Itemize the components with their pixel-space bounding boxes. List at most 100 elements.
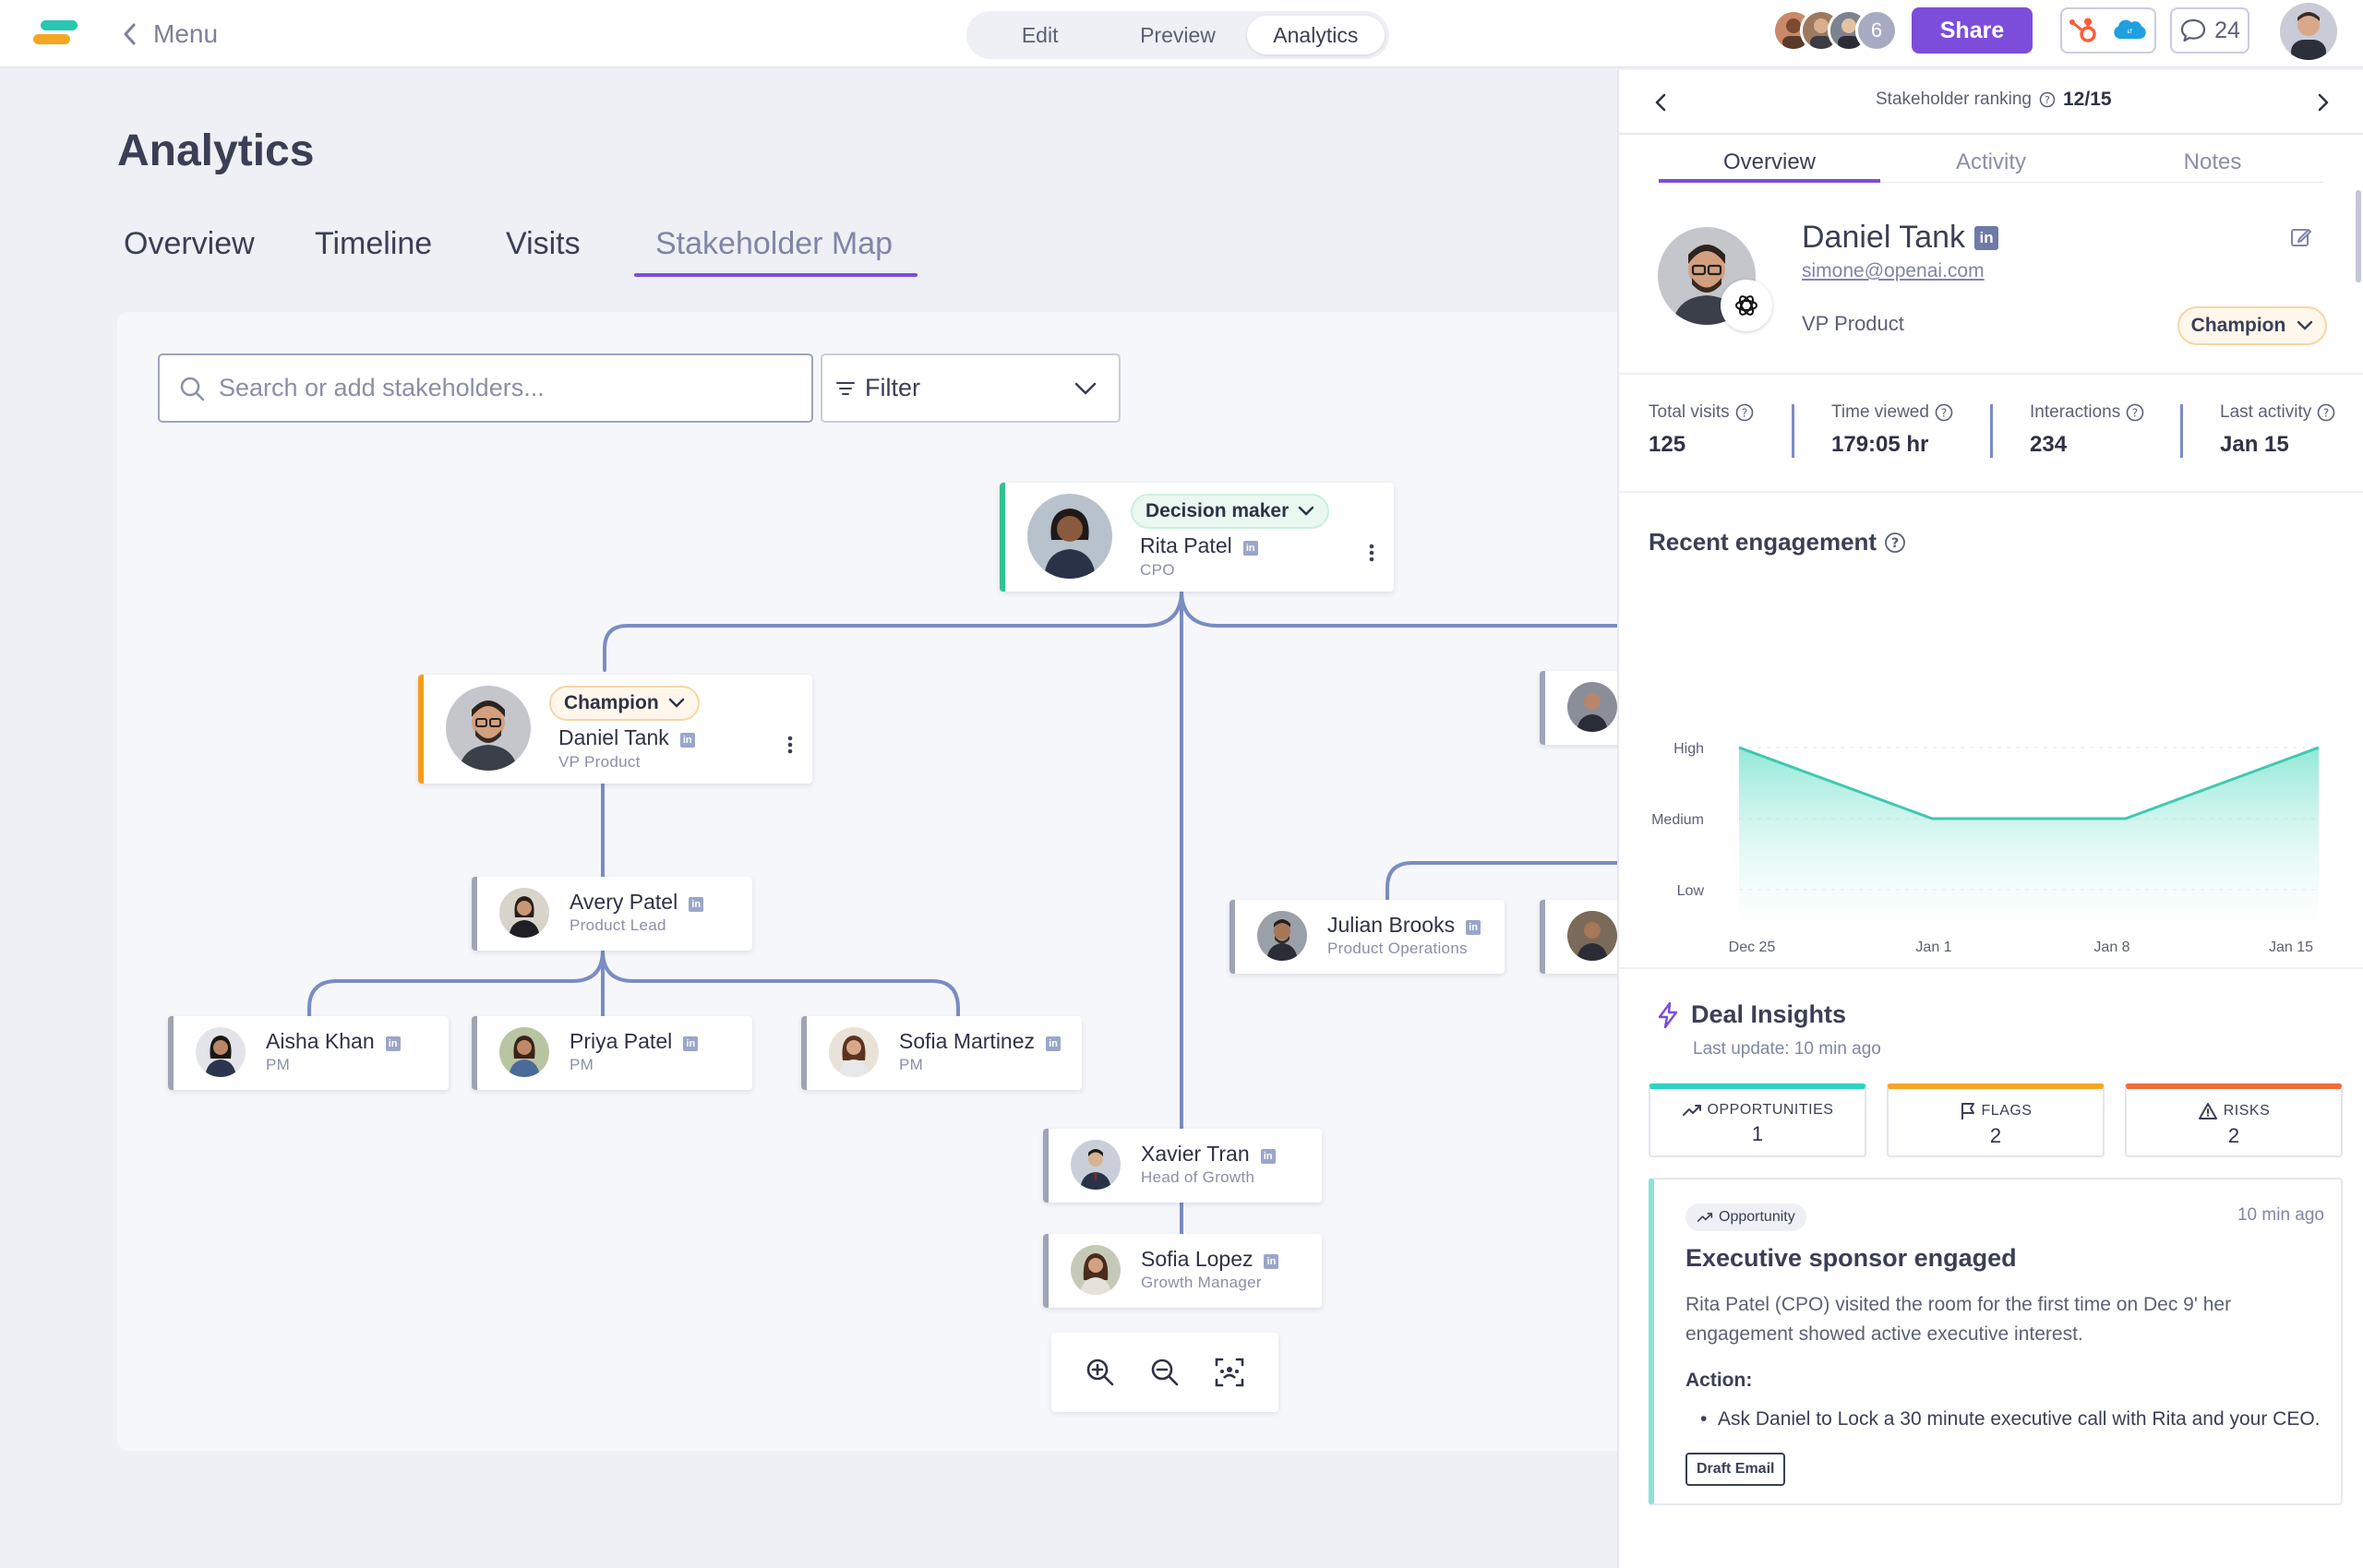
- name-text: Sofia Lopez: [1141, 1247, 1253, 1271]
- hubspot-icon: [2069, 18, 2096, 42]
- more-options-icon[interactable]: [1362, 542, 1381, 564]
- badge-label: Decision maker: [1146, 500, 1289, 521]
- draft-email-button[interactable]: Draft Email: [1685, 1453, 1786, 1486]
- help-icon[interactable]: ?: [2039, 91, 2056, 108]
- avatar: [1027, 494, 1112, 579]
- collaborator-count-badge: 6: [1855, 9, 1898, 52]
- stat-last-activity: Last activity? Jan 15: [2220, 402, 2335, 458]
- stakeholder-card-xavier[interactable]: Xavier Tran in Head of Growth: [1043, 1129, 1322, 1203]
- name-text: Rita Patel: [1140, 533, 1232, 557]
- help-icon[interactable]: ?: [1935, 403, 1953, 422]
- linkedin-icon[interactable]: in: [679, 733, 695, 748]
- linkedin-icon[interactable]: in: [689, 897, 704, 912]
- stakeholder-card-sofia-lopez[interactable]: Sofia Lopez in Growth Manager: [1043, 1234, 1322, 1308]
- openai-logo-icon: [1721, 280, 1772, 331]
- edit-icon[interactable]: [2289, 225, 2313, 249]
- stakeholder-name: Avery Patel in: [570, 890, 704, 915]
- stat-label: Last activity: [2220, 402, 2312, 422]
- stakeholder-card-avery[interactable]: Avery Patel in Product Lead: [472, 877, 752, 951]
- stat-total-visits: Total visits? 125: [1649, 402, 1754, 458]
- profile-email-link[interactable]: simone@openai.com: [1802, 260, 1985, 282]
- comments-button[interactable]: 24: [2170, 7, 2249, 54]
- chevron-right-icon[interactable]: [2309, 89, 2337, 116]
- role-badge-decision-maker[interactable]: Decision maker: [1131, 494, 1330, 529]
- avatar: [1257, 911, 1307, 961]
- stakeholder-name: Sofia Lopez in: [1141, 1247, 1279, 1272]
- collaborator-avatars[interactable]: 6: [1772, 9, 1898, 55]
- flag-icon: [1961, 1103, 1974, 1119]
- status-dropdown-champion[interactable]: Champion: [2177, 306, 2327, 345]
- help-icon[interactable]: ?: [2126, 403, 2144, 422]
- active-tab-indicator: [1659, 179, 1880, 183]
- linkedin-icon[interactable]: in: [385, 1036, 401, 1051]
- help-icon[interactable]: ?: [2317, 403, 2335, 422]
- stakeholder-name: Rita Patel in: [1140, 533, 1258, 558]
- linkedin-icon[interactable]: in: [1264, 1254, 1279, 1269]
- stakeholder-card-sofia-martinez[interactable]: Sofia Martinez in PM: [801, 1016, 1082, 1090]
- kpi-risks[interactable]: RISKS 2: [2125, 1083, 2343, 1157]
- linkedin-icon[interactable]: in: [1466, 920, 1481, 935]
- more-options-icon[interactable]: [781, 734, 799, 756]
- divider: [1619, 491, 2363, 493]
- kpi-label: RISKS: [2223, 1103, 2271, 1119]
- divider: [1619, 967, 2363, 969]
- y-tick-label: Medium: [1651, 812, 1704, 828]
- status-label: Champion: [2190, 315, 2286, 336]
- kpi-opportunities[interactable]: OPPORTUNITIES 1: [1649, 1083, 1866, 1157]
- panel-tab-activity[interactable]: Activity: [1880, 150, 2102, 175]
- svg-text:?: ?: [2323, 407, 2329, 420]
- stat-value: 125: [1649, 432, 1686, 457]
- role-badge-champion[interactable]: Champion: [549, 686, 700, 721]
- divider: [1619, 373, 2363, 375]
- stat-separator: [2180, 404, 2183, 458]
- stat-separator: [1792, 404, 1794, 458]
- linkedin-icon[interactable]: in: [683, 1036, 699, 1051]
- kpi-flags[interactable]: FLAGS 2: [1887, 1083, 2105, 1157]
- avatar: [196, 1027, 246, 1077]
- stakeholder-card-priya[interactable]: Priya Patel in PM: [472, 1016, 752, 1090]
- comments-count: 24: [2214, 17, 2240, 43]
- panel-tab-overview[interactable]: Overview: [1659, 150, 1880, 175]
- name-text: Xavier Tran: [1141, 1142, 1250, 1166]
- warning-icon: [2198, 1103, 2217, 1119]
- help-icon[interactable]: ?: [1735, 403, 1754, 422]
- stat-value: 234: [2030, 432, 2068, 457]
- stakeholder-detail-panel: Stakeholder ranking ? 12/15 Overview Act…: [1617, 70, 2363, 1568]
- chevron-down-icon: [2297, 320, 2313, 330]
- avatar: [1567, 911, 1617, 961]
- fit-view-icon[interactable]: [1214, 1357, 1245, 1388]
- chevron-left-icon[interactable]: [1647, 89, 1674, 116]
- badge-label: Champion: [564, 692, 659, 713]
- linkedin-icon[interactable]: in: [1260, 1149, 1276, 1164]
- stakeholder-name: Daniel Tank in: [558, 725, 695, 750]
- avatar: [1071, 1245, 1121, 1295]
- kpi-label: OPPORTUNITIES: [1707, 1102, 1834, 1118]
- x-tick-label: Jan 1: [1915, 940, 1951, 955]
- stakeholder-name: Xavier Tran in: [1141, 1142, 1276, 1167]
- stakeholder-card-aisha[interactable]: Aisha Khan in PM: [168, 1016, 449, 1090]
- integrations-button[interactable]: sf: [2060, 7, 2156, 54]
- kpi-value: 2: [2227, 1124, 2240, 1147]
- trending-up-icon: [1682, 1105, 1701, 1116]
- section-title-text: Recent engagement: [1649, 528, 1877, 556]
- avatar: [499, 888, 549, 938]
- help-icon[interactable]: ?: [1884, 532, 1906, 554]
- svg-text:?: ?: [2132, 407, 2138, 420]
- stakeholder-card-julian[interactable]: Julian Brooks in Product Operations: [1229, 900, 1505, 974]
- panel-tab-notes[interactable]: Notes: [2102, 150, 2323, 175]
- linkedin-icon[interactable]: in: [1974, 225, 1999, 250]
- stakeholder-card-rita[interactable]: Decision maker Rita Patel in CPO: [1000, 483, 1394, 592]
- user-avatar[interactable]: [2280, 3, 2337, 60]
- stat-value: 179:05 hr: [1831, 432, 1929, 457]
- share-button[interactable]: Share: [1912, 7, 2033, 54]
- org-chart-connectors: [307, 589, 1625, 1239]
- zoom-out-icon[interactable]: [1149, 1357, 1181, 1388]
- avatar: [499, 1027, 549, 1077]
- stakeholder-card-daniel[interactable]: Champion Daniel Tank in VP Product: [418, 675, 812, 784]
- scrollbar[interactable]: [2356, 190, 2361, 282]
- stakeholder-role: Head of Growth: [1141, 1168, 1255, 1186]
- linkedin-icon[interactable]: in: [1046, 1036, 1062, 1051]
- zoom-in-icon[interactable]: [1085, 1357, 1116, 1388]
- linkedin-icon[interactable]: in: [1242, 541, 1258, 556]
- kpi-value: 2: [1989, 1124, 2002, 1147]
